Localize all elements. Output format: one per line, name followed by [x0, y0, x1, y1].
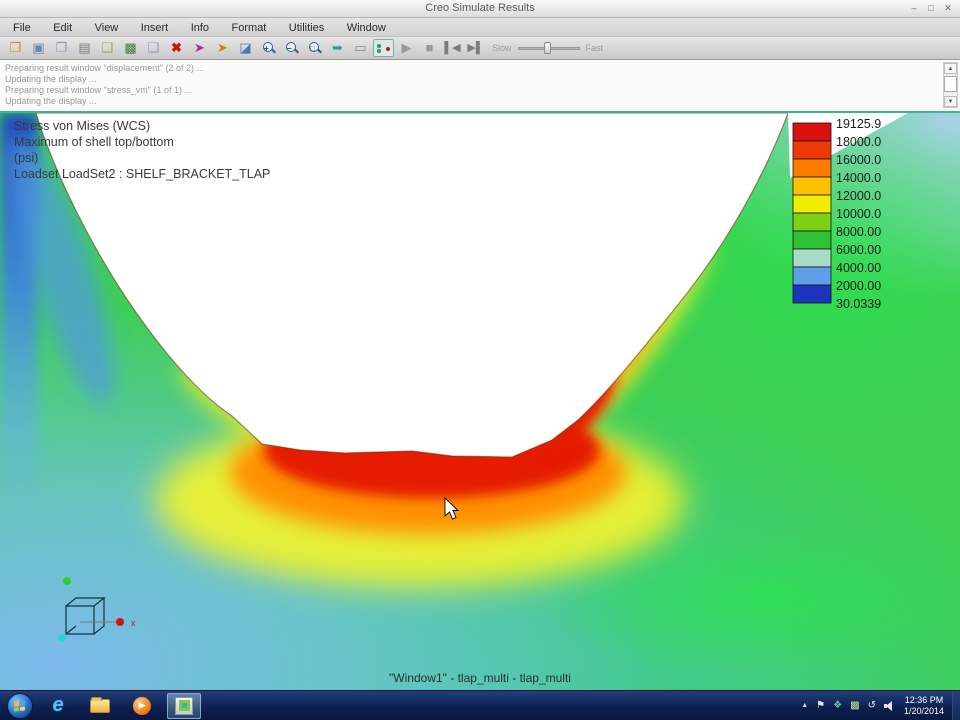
- legend-segment: [793, 213, 831, 231]
- start-button[interactable]: [7, 693, 33, 719]
- hidden-icons-icon[interactable]: ▲: [801, 691, 808, 720]
- flip-view-icon[interactable]: ➥: [327, 39, 348, 57]
- maximize-icon[interactable]: □: [923, 2, 939, 15]
- message-line: Updating the display ...: [5, 96, 960, 107]
- annotation-line: (psi): [14, 151, 38, 165]
- minimize-icon[interactable]: –: [906, 2, 922, 15]
- open-folder-icon[interactable]: ❒: [5, 39, 26, 57]
- toolbar: ❒ ▣ ❐ ▤ ❏ ▩ ❑ ✖ ➤ ➤ ◪ + − □ ➥ ▭ ▶ ■ ▌◀ ▶…: [0, 37, 960, 60]
- scroll-up-icon[interactable]: ▲: [944, 63, 957, 74]
- windows-logo-icon: [14, 700, 26, 712]
- window-label: "Window1" - tlap_multi - tlap_multi: [389, 671, 571, 685]
- zoom-in-icon[interactable]: +: [258, 39, 279, 57]
- window-title: Creo Simulate Results: [0, 2, 960, 14]
- legend-value: 14000.0: [836, 171, 881, 185]
- result-prev-icon[interactable]: ➤: [189, 39, 210, 57]
- clock-date: 1/20/2014: [904, 706, 944, 717]
- legend-segment: [793, 177, 831, 195]
- legend-segment: [793, 285, 831, 303]
- taskbar-clock[interactable]: 12:36 PM 1/20/2014: [904, 695, 944, 717]
- slow-label: Slow: [492, 43, 512, 53]
- message-scrollbar[interactable]: ▲ ▼: [943, 62, 958, 108]
- file-explorer-icon[interactable]: [83, 693, 117, 719]
- legend-segment: [793, 123, 831, 141]
- speed-slider[interactable]: [518, 42, 580, 54]
- message-line: Preparing result window "displacement" (…: [5, 63, 960, 74]
- fea-canvas[interactable]: 19125.9 18000.0 16000.0 14000.0 12000.0 …: [0, 113, 960, 690]
- annotation-line: Stress von Mises (WCS): [14, 119, 150, 133]
- show-desktop-button[interactable]: [952, 691, 960, 720]
- legend-segment: [793, 141, 831, 159]
- play-icon[interactable]: ▶: [396, 39, 417, 57]
- legend-value: 12000.0: [836, 189, 881, 203]
- window-icon[interactable]: ▭: [350, 39, 371, 57]
- z-axis-dot: [58, 634, 66, 642]
- step-back-icon[interactable]: ▌◀: [442, 39, 463, 57]
- step-forward-icon[interactable]: ▶▌: [465, 39, 486, 57]
- scroll-down-icon[interactable]: ▼: [944, 96, 957, 107]
- legend-value: 4000.00: [836, 261, 881, 275]
- legend-value: 8000.00: [836, 225, 881, 239]
- message-line: Preparing result window "stress_vm" (1 o…: [5, 85, 960, 96]
- network-icon[interactable]: ❖: [833, 691, 842, 720]
- y-axis-dot: [63, 577, 71, 585]
- legend-value: 18000.0: [836, 135, 881, 149]
- volume-icon[interactable]: [884, 701, 894, 711]
- annotation-line: Maximum of shell top/bottom: [14, 135, 174, 149]
- close-icon[interactable]: ✕: [940, 2, 956, 15]
- legend-segment: [793, 231, 831, 249]
- copy-window-icon[interactable]: ❐: [51, 39, 72, 57]
- slider-thumb[interactable]: [544, 42, 551, 54]
- scroll-thumb[interactable]: [944, 76, 957, 92]
- result-next-icon[interactable]: ➤: [212, 39, 233, 57]
- legend-colorbar: [793, 123, 831, 303]
- x-axis-label: x: [131, 618, 136, 628]
- media-player-icon[interactable]: ▶: [125, 693, 159, 719]
- legend-segment: [793, 159, 831, 177]
- fast-label: Fast: [586, 43, 604, 53]
- security-icon[interactable]: ▩: [850, 691, 859, 720]
- message-log: Preparing result window "displacement" (…: [0, 60, 960, 113]
- delete-icon[interactable]: ✖: [166, 39, 187, 57]
- menu-bar: File Edit View Insert Info Format Utilit…: [0, 18, 960, 37]
- legend-segment: [793, 195, 831, 213]
- x-axis-dot: [116, 618, 124, 626]
- export-icon[interactable]: ▩: [120, 39, 141, 57]
- zoom-box-icon[interactable]: □: [304, 39, 325, 57]
- copy-icon[interactable]: ❑: [143, 39, 164, 57]
- stop-icon[interactable]: ■: [419, 39, 440, 57]
- action-center-flag-icon[interactable]: ⚑: [816, 691, 825, 720]
- clock-time: 12:36 PM: [904, 695, 944, 706]
- creo-app-icon[interactable]: [167, 693, 201, 719]
- animate-trace-icon[interactable]: [373, 39, 394, 57]
- legend-segment: [793, 249, 831, 267]
- internet-explorer-icon[interactable]: e: [41, 693, 75, 719]
- message-line: Updating the display ...: [5, 74, 960, 85]
- legend-value: 10000.0: [836, 207, 881, 221]
- legend: 19125.9 18000.0 16000.0 14000.0 12000.0 …: [793, 117, 881, 311]
- legend-segment: [793, 267, 831, 285]
- print-icon[interactable]: ▤: [74, 39, 95, 57]
- display-icon[interactable]: ◪: [235, 39, 256, 57]
- paste-icon[interactable]: ❏: [97, 39, 118, 57]
- legend-value: 30.0339: [836, 297, 881, 311]
- legend-value: 2000.00: [836, 279, 881, 293]
- sync-icon[interactable]: ↺: [868, 691, 876, 720]
- legend-value: 16000.0: [836, 153, 881, 167]
- screen: Creo Simulate Results – □ ✕ File Edit Vi…: [0, 0, 960, 720]
- save-icon[interactable]: ▣: [28, 39, 49, 57]
- zoom-out-icon[interactable]: −: [281, 39, 302, 57]
- results-viewport[interactable]: 19125.9 18000.0 16000.0 14000.0 12000.0 …: [0, 113, 960, 690]
- legend-value: 19125.9: [836, 117, 881, 131]
- system-tray: ▲ ⚑ ❖ ▩ ↺ 12:36 PM 1/20/2014: [797, 691, 960, 720]
- title-bar: Creo Simulate Results – □ ✕: [0, 0, 960, 18]
- annotation-line: Loadset LoadSet2 : SHELF_BRACKET_TLAP: [14, 167, 270, 181]
- taskbar: e ▶ ▲ ⚑ ❖ ▩ ↺ 12:36 PM 1/20/2014: [0, 690, 960, 720]
- legend-value: 6000.00: [836, 243, 881, 257]
